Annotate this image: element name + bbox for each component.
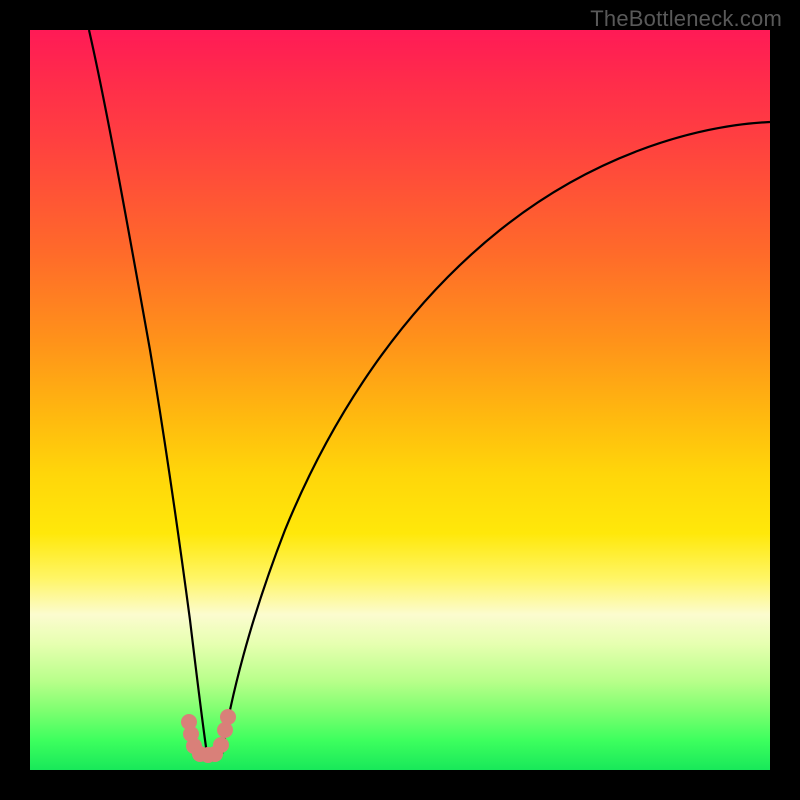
watermark-text: TheBottleneck.com: [590, 6, 782, 32]
curve-left-branch: [89, 30, 207, 754]
chart-frame: TheBottleneck.com: [0, 0, 800, 800]
curve-right-branch: [222, 122, 770, 754]
plot-area: [30, 30, 770, 770]
marker-dot: [220, 709, 236, 725]
marker-dot: [213, 737, 229, 753]
curve-layer: [30, 30, 770, 770]
